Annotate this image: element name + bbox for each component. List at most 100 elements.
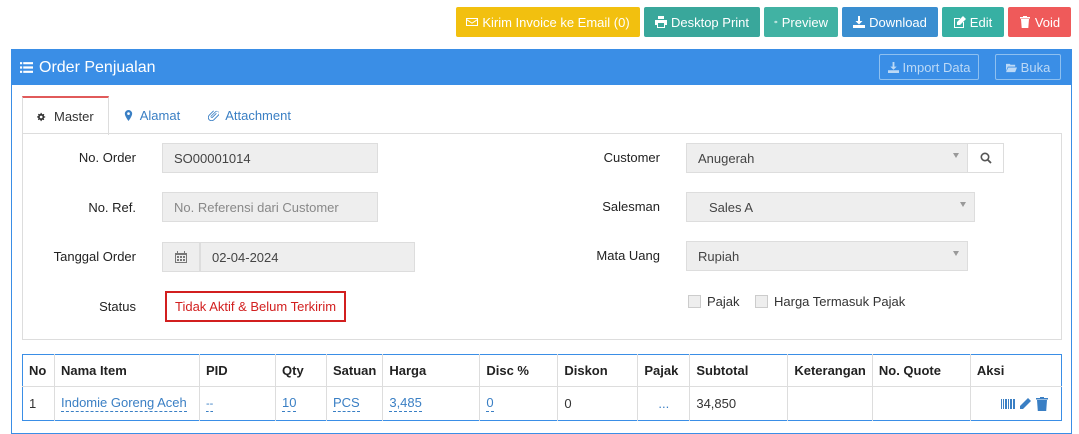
import-data-button[interactable]: Import Data	[879, 54, 979, 80]
envelope-icon	[466, 18, 479, 26]
no-ref-label: No. Ref.	[88, 200, 136, 215]
edit-button[interactable]: Edit	[942, 7, 1004, 37]
tab-master[interactable]: Master	[22, 96, 109, 135]
harga-link[interactable]: 3,485	[389, 395, 422, 412]
pajak-checkbox-label: Pajak	[707, 294, 740, 309]
calendar-addon[interactable]	[162, 242, 200, 272]
customer-label: Customer	[603, 150, 660, 165]
search-icon	[979, 152, 992, 164]
salesman-value: Sales A	[709, 199, 754, 215]
cell-keterangan	[787, 386, 873, 421]
mata-uang-label: Mata Uang	[596, 248, 660, 263]
col-satuan: Satuan	[326, 354, 384, 387]
calendar-icon	[175, 251, 187, 263]
void-label: Void	[1034, 14, 1061, 30]
col-aksi: Aksi	[970, 354, 1062, 387]
satuan-link[interactable]: PCS	[333, 395, 360, 412]
salesman-select[interactable]: Sales A	[686, 192, 975, 222]
paperclip-icon	[208, 109, 220, 121]
download-label: Download	[869, 14, 927, 30]
import-data-label: Import Data	[902, 59, 971, 75]
send-invoice-email-button[interactable]: Kirim Invoice ke Email (0)	[456, 7, 640, 37]
barcode-icon[interactable]	[1001, 397, 1015, 411]
folder-open-icon	[1005, 63, 1017, 72]
pencil-icon[interactable]	[1018, 397, 1032, 411]
nama-item-link[interactable]: Indomie Goreng Aceh	[61, 395, 187, 412]
preview-button[interactable]: Preview	[764, 7, 838, 37]
cell-subtotal: 34,850	[689, 386, 789, 421]
buka-button[interactable]: Buka	[995, 54, 1061, 80]
desktop-print-button[interactable]: Desktop Print	[644, 7, 760, 37]
cell-disc[interactable]: 0	[479, 386, 559, 421]
pajak-checkbox-box[interactable]	[688, 295, 701, 308]
chevron-down-icon	[953, 153, 959, 158]
download-icon	[887, 61, 899, 73]
tab-attachment[interactable]: Attachment	[194, 96, 305, 134]
download-icon	[853, 16, 866, 28]
preview-label: Preview	[781, 14, 828, 30]
table-header-row: No Nama Item PID Qty Satuan Harga Disc %…	[22, 354, 1062, 387]
trash-icon	[1019, 16, 1030, 28]
list-icon	[20, 61, 33, 74]
order-items-table: No Nama Item PID Qty Satuan Harga Disc %…	[22, 354, 1062, 421]
col-disc: Disc %	[479, 354, 559, 387]
chevron-down-icon	[960, 202, 966, 207]
cell-satuan[interactable]: PCS	[326, 386, 384, 421]
pajak-checkbox[interactable]: Pajak	[688, 294, 740, 309]
col-subtotal: Subtotal	[689, 354, 789, 387]
send-invoice-email-label: Kirim Invoice ke Email (0)	[482, 14, 630, 30]
customer-search-button[interactable]	[967, 143, 1004, 173]
pid-link[interactable]: --	[206, 398, 214, 412]
harga-termasuk-pajak-checkbox[interactable]: Harga Termasuk Pajak	[755, 294, 905, 309]
customer-select[interactable]: Anugerah	[686, 143, 968, 173]
no-order-field[interactable]: SO00001014	[162, 143, 378, 173]
no-ref-input[interactable]: No. Referensi dari Customer	[162, 192, 378, 222]
panel-title: Order Penjualan	[39, 58, 156, 76]
cell-no-quote	[872, 386, 971, 421]
cell-no: 1	[22, 386, 55, 421]
harga-termasuk-pajak-label: Harga Termasuk Pajak	[774, 294, 906, 309]
tanggal-order-field[interactable]: 02-04-2024	[200, 242, 415, 272]
harga-termasuk-pajak-box[interactable]	[755, 295, 768, 308]
tanggal-order-label: Tanggal Order	[53, 249, 136, 264]
col-keterangan: Keterangan	[787, 354, 873, 387]
tab-attachment-label: Attachment	[225, 107, 291, 123]
pajak-link[interactable]: ...	[658, 396, 669, 412]
no-order-label: No. Order	[78, 150, 136, 165]
customer-value: Anugerah	[698, 150, 755, 166]
col-no: No	[22, 354, 55, 387]
edit-label: Edit	[969, 14, 993, 30]
tab-alamat[interactable]: Alamat	[109, 96, 194, 134]
mata-uang-select[interactable]: Rupiah	[686, 241, 968, 271]
col-qty: Qty	[275, 354, 327, 387]
cell-harga[interactable]: 3,485	[382, 386, 481, 421]
col-nama-item: Nama Item	[54, 354, 200, 387]
salesman-label: Salesman	[602, 199, 660, 214]
map-marker-icon	[124, 109, 132, 121]
col-no-quote: No. Quote	[872, 354, 971, 387]
disc-link[interactable]: 0	[486, 395, 494, 412]
cell-nama-item[interactable]: Indomie Goreng Aceh	[54, 386, 200, 421]
void-button[interactable]: Void	[1008, 7, 1071, 37]
mata-uang-value: Rupiah	[698, 248, 740, 264]
col-pajak: Pajak	[637, 354, 691, 387]
cell-pid[interactable]: --	[199, 386, 276, 421]
cell-pajak[interactable]: ...	[637, 386, 691, 421]
col-harga: Harga	[382, 354, 481, 387]
cell-qty[interactable]: 10	[275, 386, 327, 421]
gears-icon	[37, 112, 46, 122]
buka-label: Buka	[1020, 59, 1051, 75]
action-toolbar: Kirim Invoice ke Email (0) Desktop Print…	[456, 7, 1071, 37]
trash-icon[interactable]	[1035, 396, 1049, 411]
row-actions	[977, 396, 1055, 411]
eye-icon	[774, 20, 778, 24]
master-form: No. Order SO00001014 No. Ref. No. Refere…	[22, 133, 1062, 340]
desktop-print-label: Desktop Print	[670, 14, 750, 30]
download-button[interactable]: Download	[842, 7, 938, 37]
printer-icon	[654, 16, 667, 28]
col-pid: PID	[199, 354, 276, 387]
col-diskon: Diskon	[557, 354, 639, 387]
status-label: Status	[99, 299, 136, 314]
tab-master-label: Master	[54, 109, 94, 124]
qty-link[interactable]: 10	[282, 395, 297, 412]
